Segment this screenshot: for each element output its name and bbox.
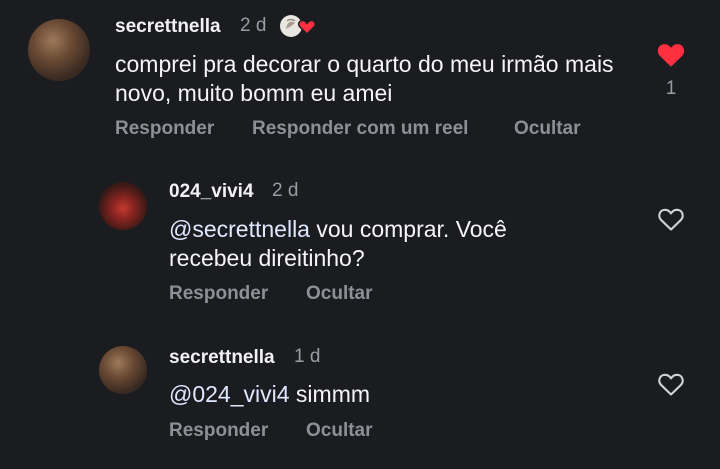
comment-time: 2 d: [240, 15, 267, 36]
reply-with-reel-button[interactable]: Responder com um reel: [252, 118, 468, 140]
reply-button[interactable]: Responder: [115, 118, 214, 140]
author-liked-heart-icon: [278, 12, 318, 40]
like-heart-outline-icon[interactable]: [657, 206, 685, 237]
reply-text: @024_vivi4 simmm: [169, 380, 589, 409]
avatar[interactable]: [28, 19, 90, 81]
reply-button[interactable]: Responder: [169, 420, 268, 442]
reply-button[interactable]: Responder: [169, 283, 268, 305]
reply-time: 1 d: [294, 346, 321, 367]
comment-username[interactable]: secrettnella: [115, 16, 221, 38]
mention-link[interactable]: @024_vivi4: [169, 381, 290, 407]
hide-button[interactable]: Ocultar: [306, 420, 373, 442]
like-heart-outline-icon[interactable]: [657, 371, 685, 402]
reply-actions: Responder Ocultar: [169, 283, 429, 307]
hide-button[interactable]: Ocultar: [514, 118, 581, 140]
reply-time: 2 d: [272, 180, 299, 201]
like-heart-filled-icon[interactable]: [656, 41, 686, 73]
comment-text: comprei pra decorar o quarto do meu irmã…: [115, 51, 614, 106]
reply-username[interactable]: 024_vivi4: [169, 181, 254, 203]
reply-username[interactable]: secrettnella: [169, 347, 275, 369]
like-count: 1: [665, 78, 677, 99]
mention-link[interactable]: @secrettnella: [169, 216, 310, 242]
reply-text: @secrettnella vou comprar. Você recebeu …: [169, 215, 589, 273]
comment-actions: Responder Responder com um reel Ocultar: [115, 118, 595, 142]
hide-button[interactable]: Ocultar: [306, 283, 373, 305]
reply-actions: Responder Ocultar: [169, 420, 429, 444]
avatar[interactable]: [99, 182, 147, 230]
avatar[interactable]: [99, 346, 147, 394]
reply-body: simmm: [289, 381, 371, 407]
